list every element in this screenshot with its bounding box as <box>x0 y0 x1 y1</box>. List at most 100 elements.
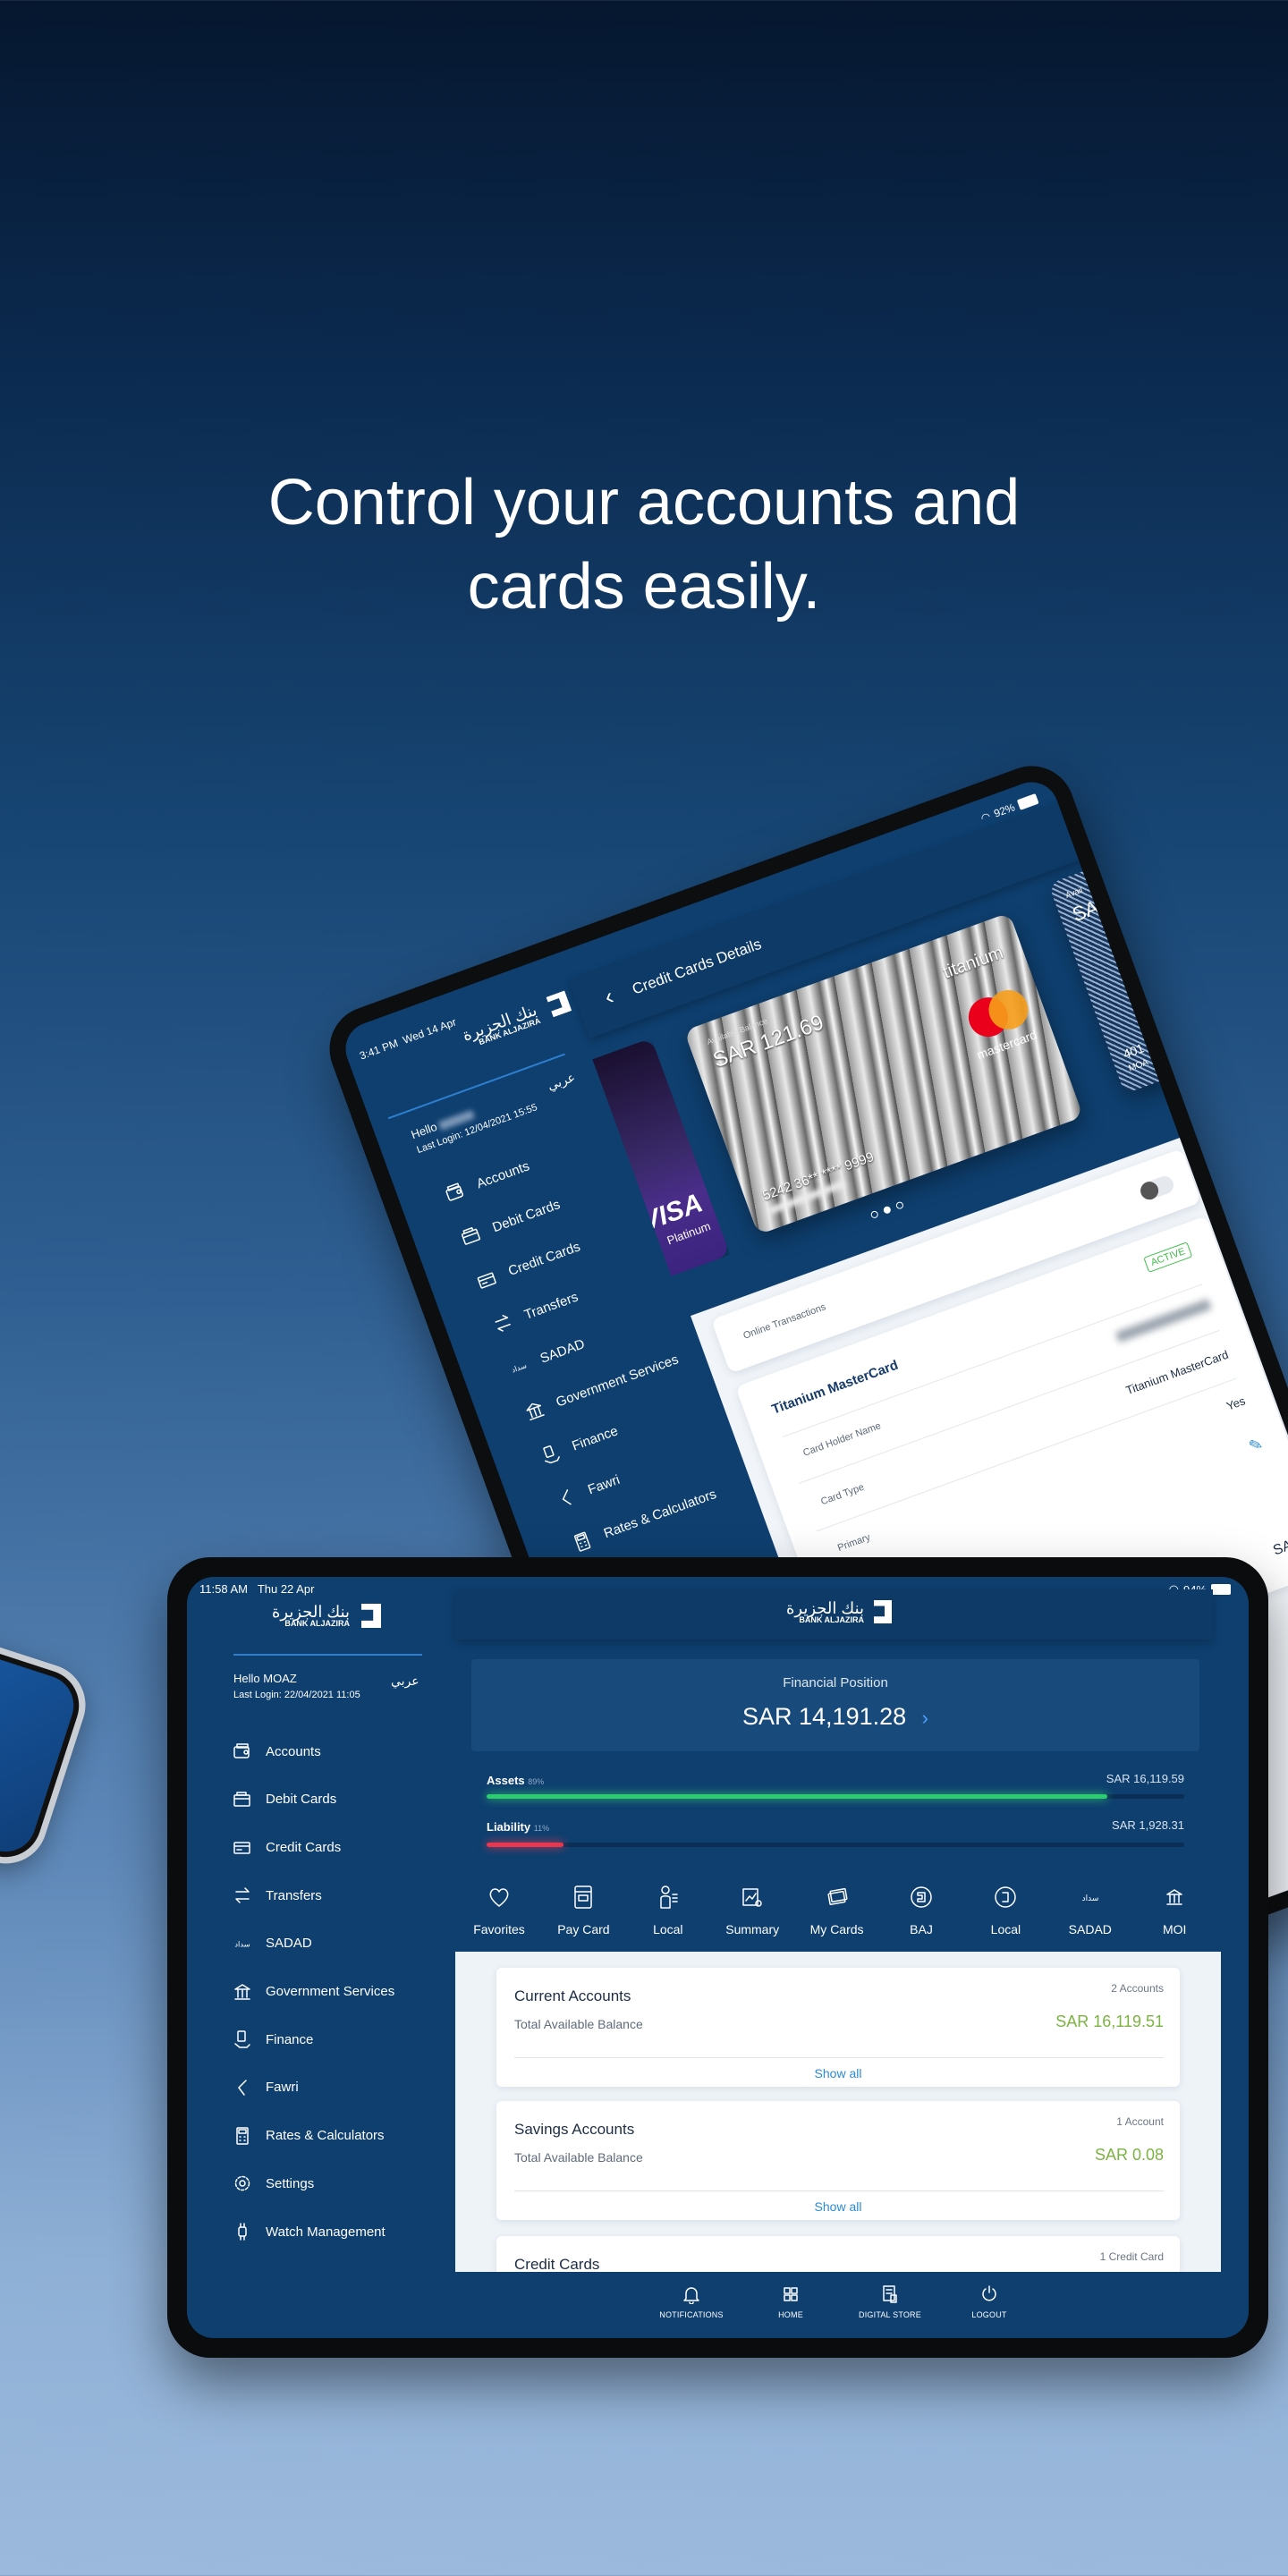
assets-amount: SAR 16,119.59 <box>1106 1772 1184 1785</box>
sidebar-item-fawri[interactable]: Fawri <box>553 1469 623 1512</box>
sidebar-item-transfers[interactable]: Transfers <box>232 1885 322 1906</box>
savings-accounts-card[interactable]: Savings Accounts 1 Account Total Availab… <box>496 2101 1180 2220</box>
back-chevron-icon[interactable]: ‹ <box>600 982 617 1011</box>
sidebar-item-accounts[interactable]: Accounts <box>232 1741 321 1762</box>
current-accounts-card[interactable]: Current Accounts 2 Accounts Total Availa… <box>496 1968 1180 2087</box>
home-grid-icon <box>750 2284 831 2305</box>
date: Thu 22 Apr <box>257 1582 315 1596</box>
front-tablet-screen: 11:58 AM Thu 22 Apr ◠ 94% بنك الجزيرة BA… <box>187 1577 1249 2338</box>
credit-cards-card[interactable]: Credit Cards 1 Credit Card <box>496 2236 1180 2272</box>
sidebar-item-debit-cards[interactable]: Debit Cards <box>457 1193 563 1250</box>
pager-dot-active[interactable] <box>882 1205 892 1215</box>
quick-action-summary[interactable]: Summary <box>712 1879 792 1936</box>
sidebar-divider <box>387 1053 565 1120</box>
nav-logout[interactable]: LOGOUT <box>949 2284 1030 2319</box>
sidebar-item-transfers[interactable]: Transfers <box>489 1286 581 1337</box>
pager-dot[interactable] <box>869 1209 879 1220</box>
phone-device <box>0 1587 97 1875</box>
sidebar-item-sadad[interactable]: سداد SADAD <box>505 1333 588 1380</box>
liability-bar-fill <box>487 1843 564 1847</box>
next-card[interactable]: Avail SA 401 MOA <box>1047 822 1288 1095</box>
card-holder-value-blurred <box>1115 1299 1212 1343</box>
card-holder: MOA <box>1127 1057 1150 1074</box>
sidebar-item-settings[interactable]: Settings <box>232 2173 314 2194</box>
quick-action-label: Summary <box>725 1922 780 1936</box>
chevron-right-icon: › <box>921 1707 928 1729</box>
nav-home[interactable]: HOME <box>750 2284 831 2319</box>
sidebar-item-government-services[interactable]: Government Services <box>232 1981 394 2003</box>
liability-amount: SAR 1,928.31 <box>1112 1818 1184 1832</box>
nav-label: NOTIFICATIONS <box>659 2310 724 2319</box>
sidebar-item-label: Government Services <box>554 1351 681 1411</box>
account-title: Savings Accounts <box>514 2121 635 2138</box>
card-type-value: Titanium MasterCard <box>1123 1347 1231 1398</box>
sidebar-item-finance[interactable]: Finance <box>537 1420 621 1469</box>
sidebar-item-rates-calculators[interactable]: Rates & Calculators <box>232 2125 385 2147</box>
logo-mark-icon <box>874 1600 892 1623</box>
quick-action-my-cards[interactable]: My Cards <box>797 1879 877 1936</box>
nav-digital-store[interactable]: DIGITAL STORE <box>850 2284 930 2319</box>
bell-icon <box>651 2284 732 2305</box>
sidebar-item-credit-cards[interactable]: Credit Cards <box>473 1236 583 1293</box>
card-balance: SA <box>1069 895 1102 927</box>
assets-bar <box>487 1794 1184 1799</box>
finance-icon <box>537 1441 564 1469</box>
sidebar-item-label: Rates & Calculators <box>266 2128 385 2144</box>
liability-label: Liability <box>487 1820 531 1834</box>
phone-screen <box>0 1602 82 1860</box>
sidebar-item-fawri[interactable]: Fawri <box>232 2077 299 2098</box>
bank-logo: بنك الجزيرة BANK ALJAZIRA <box>460 1001 541 1051</box>
quick-action-pay-card[interactable]: Pay Card <box>543 1879 623 1936</box>
quick-action-sadad[interactable]: سداد SADAD <box>1050 1879 1131 1936</box>
heart-icon <box>459 1879 539 1915</box>
date: Wed 14 Apr <box>401 1015 458 1046</box>
quick-action-moi[interactable]: MOI <box>1134 1879 1215 1936</box>
show-all-link[interactable]: Show all <box>496 2066 1180 2080</box>
nav-label: LOGOUT <box>971 2310 1007 2319</box>
sidebar-item-label: Watch Management <box>266 2224 386 2240</box>
beneficiary-icon <box>628 1879 708 1915</box>
sidebar-item-watch-management[interactable]: Watch Management <box>232 2221 386 2242</box>
online-transactions-toggle[interactable] <box>1138 1174 1176 1202</box>
show-all-link[interactable]: Show all <box>496 2199 1180 2214</box>
quick-action-favorites[interactable]: Favorites <box>459 1879 539 1936</box>
credit-limit-value: SAR 2,000 <box>1271 1521 1288 1559</box>
sidebar-item-label: Settings <box>266 2175 315 2191</box>
sidebar-item-label: SADAD <box>266 1936 312 1952</box>
headline: Control your accounts and cards easily. <box>0 461 1288 629</box>
language-toggle[interactable]: عربي <box>546 1070 578 1094</box>
balance-label: Total Available Balance <box>514 2017 643 2031</box>
power-icon <box>949 2284 1030 2305</box>
account-title: Credit Cards <box>514 2256 600 2272</box>
quick-action-label: My Cards <box>809 1922 864 1936</box>
quick-action-label: Local <box>653 1922 683 1936</box>
sidebar-item-sadad[interactable]: سداد SADAD <box>232 1933 312 1954</box>
sadad-icon: سداد <box>1050 1879 1131 1915</box>
card-pager <box>869 1200 905 1220</box>
time: 3:41 PM <box>358 1037 400 1063</box>
edit-icon[interactable]: ✎ <box>1247 1435 1266 1457</box>
debit-card-icon <box>457 1222 485 1250</box>
credit-card-icon <box>232 1836 253 1858</box>
page-title: Credit Cards Details <box>630 935 764 998</box>
language-toggle[interactable]: عربي <box>391 1674 419 1689</box>
finance-icon <box>232 2029 253 2050</box>
sidebar-item-label: Accounts <box>474 1157 532 1191</box>
nav-label: DIGITAL STORE <box>859 2310 921 2319</box>
quick-action-local[interactable]: Local <box>965 1879 1046 1936</box>
nav-notifications[interactable]: NOTIFICATIONS <box>651 2284 732 2319</box>
pager-dot[interactable] <box>894 1200 905 1210</box>
sidebar-item-credit-cards[interactable]: Credit Cards <box>232 1836 341 1858</box>
sidebar-item-label: Government Services <box>266 1984 395 1999</box>
financial-position-card[interactable]: Financial Position SAR 14,191.28 › <box>471 1659 1199 1751</box>
store-icon <box>850 2284 930 2305</box>
summary-icon <box>712 1879 792 1915</box>
quick-action-baj[interactable]: BAJ <box>881 1879 962 1936</box>
fawri-icon <box>553 1484 580 1512</box>
logo-mark-icon <box>361 1604 381 1628</box>
sidebar-item-debit-cards[interactable]: Debit Cards <box>232 1789 336 1810</box>
quick-action-local[interactable]: Local <box>628 1879 708 1936</box>
sidebar-item-accounts[interactable]: Accounts <box>441 1155 532 1206</box>
sidebar-item-finance[interactable]: Finance <box>232 2029 313 2050</box>
svg-text:سداد: سداد <box>1081 1894 1098 1903</box>
